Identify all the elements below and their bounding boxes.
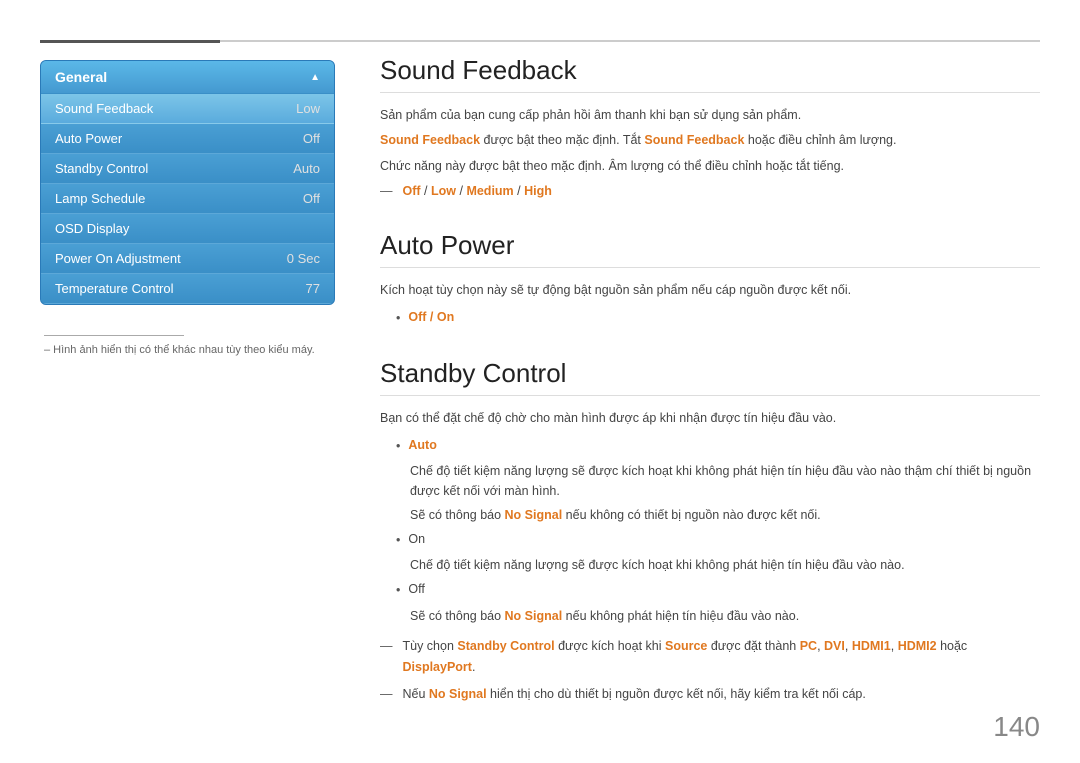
sidebar-item-power-on-adjustment[interactable]: Power On Adjustment 0 Sec [41,244,334,274]
bullet-auto: • Auto [396,435,1040,457]
sidebar-arrow-icon: ▲ [310,72,320,83]
sidebar-item-value: 0 Sec [287,251,320,266]
sound-feedback-p1: Sản phẩm của bạn cung cấp phản hồi âm th… [380,105,1040,126]
opt-off: Off [403,184,421,198]
auto-power-body: Kích hoạt tùy chọn này sẽ tự động bật ng… [380,280,1040,330]
standby-off-sub: Sẽ có thông báo No Signal nếu không phát… [410,606,1040,626]
bullet-on: • On [396,529,1040,551]
sidebar-panel: General ▲ Sound Feedback Low Auto Power … [40,60,335,356]
sidebar-item-sound-feedback[interactable]: Sound Feedback Low [41,94,334,124]
standby-note-2: — Nếu No Signal hiển thị cho dù thiết bị… [380,684,1040,705]
opt-low: Low [431,184,456,198]
bullet-auto-power-option: • Off / On [396,307,1040,329]
section-sound-feedback: Sound Feedback Sản phẩm của bạn cung cấp… [380,55,1040,202]
standby-control-p1: Bạn có thể đặt chế độ chờ cho màn hình đ… [380,408,1040,429]
displayport-label: DisplayPort [403,660,472,674]
opt-high: High [524,184,552,198]
sidebar-item-value: Off [303,131,320,146]
sidebar-item-label: Sound Feedback [55,101,153,116]
bullet-off: • Off [396,579,1040,601]
sidebar-title: General [55,69,107,85]
hdmi2-label: HDMI2 [898,639,937,653]
sidebar-note-text: – Hình ảnh hiển thị có thể khác nhau tùy… [44,344,335,356]
sidebar-header: General ▲ [41,61,334,94]
source-label: Source [665,639,707,653]
auto-power-title: Auto Power [380,230,1040,268]
sidebar-item-label: Lamp Schedule [55,191,145,206]
sound-feedback-p3: Chức năng này được bật theo mặc định. Âm… [380,156,1040,177]
sound-feedback-body: Sản phẩm của bạn cung cấp phản hồi âm th… [380,105,1040,202]
sidebar-item-label: Standby Control [55,161,148,176]
no-signal-3: No Signal [429,687,487,701]
highlight-sound-feedback: Sound Feedback [380,133,480,147]
sidebar-item-auto-power[interactable]: Auto Power Off [41,124,334,154]
standby-control-body: Bạn có thể đặt chế độ chờ cho màn hình đ… [380,408,1040,706]
no-signal-2: No Signal [505,609,563,623]
sidebar-note-divider [44,335,184,336]
standby-control-bullets: • Auto Chế độ tiết kiệm năng lượng sẽ đư… [396,435,1040,626]
sidebar-item-standby-control[interactable]: Standby Control Auto [41,154,334,184]
sidebar-item-value: Low [296,101,320,116]
sound-feedback-p2: Sound Feedback được bật theo mặc định. T… [380,130,1040,151]
sidebar-item-value: Auto [293,161,320,176]
page-number: 140 [993,711,1040,743]
standby-option-off: Off [408,579,424,600]
standby-auto-sub2: Sẽ có thông báo No Signal nếu không có t… [410,505,1040,525]
standby-option-on: On [408,529,425,550]
main-content: Sound Feedback Sản phẩm của bạn cung cấp… [380,55,1040,723]
sidebar-menu: General ▲ Sound Feedback Low Auto Power … [40,60,335,305]
sidebar-note: – Hình ảnh hiển thị có thể khác nhau tùy… [40,335,335,356]
no-signal-1: No Signal [505,508,563,522]
sound-feedback-title: Sound Feedback [380,55,1040,93]
sidebar-item-label: OSD Display [55,221,129,236]
sidebar-item-label: Temperature Control [55,281,174,296]
section-standby-control: Standby Control Bạn có thể đặt chế độ ch… [380,358,1040,706]
standby-control-note-label: Standby Control [457,639,554,653]
pc-label: PC [800,639,817,653]
sidebar-item-value: 77 [306,281,320,296]
standby-auto-sub1: Chế độ tiết kiệm năng lượng sẽ được kích… [410,461,1040,501]
standby-control-title: Standby Control [380,358,1040,396]
sidebar-item-label: Auto Power [55,131,122,146]
auto-power-option: Off / On [408,310,454,324]
standby-on-sub: Chế độ tiết kiệm năng lượng sẽ được kích… [410,555,1040,575]
hdmi1-label: HDMI1 [852,639,891,653]
auto-power-p1: Kích hoạt tùy chọn này sẽ tự động bật ng… [380,280,1040,301]
standby-note-1: — Tùy chọn Standby Control được kích hoạ… [380,636,1040,679]
sidebar-item-lamp-schedule[interactable]: Lamp Schedule Off [41,184,334,214]
sidebar-item-osd-display[interactable]: OSD Display [41,214,334,244]
sidebar-item-temperature-control[interactable]: Temperature Control 77 [41,274,334,304]
highlight-sound-feedback2: Sound Feedback [644,133,744,147]
top-accent-bar [40,40,220,43]
standby-option-auto: Auto [408,435,436,456]
sidebar-item-value: Off [303,191,320,206]
sound-feedback-options: — Off / Low / Medium / High [380,181,1040,202]
section-auto-power: Auto Power Kích hoạt tùy chọn này sẽ tự … [380,230,1040,330]
auto-power-bullets: • Off / On [396,307,1040,329]
dvi-label: DVI [824,639,845,653]
opt-medium: Medium [466,184,513,198]
sidebar-item-label: Power On Adjustment [55,251,181,266]
